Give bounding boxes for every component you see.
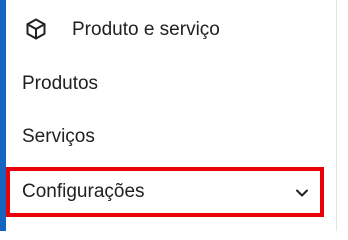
sidebar-menu: Produto e serviço Produtos Serviços Conf… (0, 0, 348, 231)
menu-item-produtos[interactable]: Produtos (6, 62, 330, 106)
menu-item-configuracoes[interactable]: Configurações (6, 167, 324, 217)
chevron-down-icon[interactable] (294, 185, 310, 201)
menu-item-label: Configurações (22, 181, 145, 202)
menu-item-label: Serviços (22, 126, 95, 147)
section-label: Produto e serviço (72, 19, 220, 40)
panel-edge (336, 0, 348, 231)
section-produto-e-servico[interactable]: Produto e serviço (6, 0, 336, 58)
menu-item-label: Produtos (22, 73, 99, 94)
menu-item-servicos[interactable]: Serviços (6, 115, 330, 159)
cube-icon (24, 17, 48, 41)
